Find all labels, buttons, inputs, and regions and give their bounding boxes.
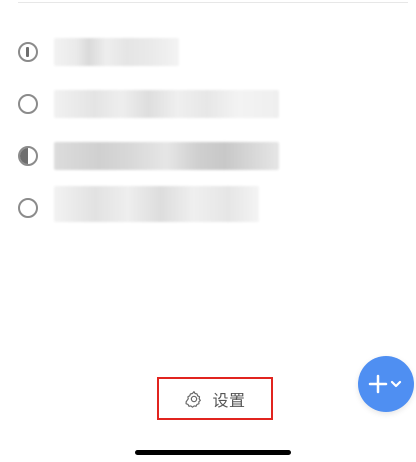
task-item[interactable] (18, 78, 408, 130)
circle-bar-icon[interactable] (18, 42, 38, 62)
chevron-down-icon (390, 380, 402, 388)
home-indicator (135, 450, 291, 455)
gear-icon (184, 389, 204, 409)
redacted-task-text (54, 186, 259, 222)
task-item[interactable] (18, 26, 408, 78)
task-item[interactable] (18, 130, 408, 182)
redacted-task-text (54, 38, 179, 66)
circle-empty-icon[interactable] (18, 94, 38, 114)
circle-empty-icon[interactable] (18, 198, 38, 218)
app-screen: 设置 (0, 0, 416, 462)
task-item[interactable] (18, 182, 408, 234)
plus-icon (368, 374, 388, 394)
redacted-task-text (54, 142, 279, 170)
redacted-task-text (54, 90, 279, 118)
task-list (18, 26, 408, 234)
circle-half-icon[interactable] (18, 146, 38, 166)
settings-button[interactable]: 设置 (157, 377, 273, 420)
top-divider (18, 2, 408, 3)
add-task-button[interactable] (358, 356, 414, 412)
settings-label: 设置 (212, 390, 246, 410)
